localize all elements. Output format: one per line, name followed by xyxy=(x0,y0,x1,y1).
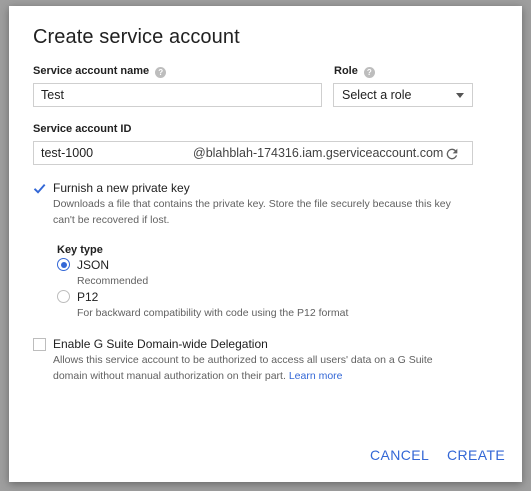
dialog-title: Create service account xyxy=(33,26,240,48)
radio-json[interactable] xyxy=(57,258,70,271)
delegation-label[interactable]: Enable G Suite Domain-wide Delegation xyxy=(53,337,268,351)
key-type-label: Key type xyxy=(57,244,103,256)
radio-json-hint: Recommended xyxy=(77,275,149,287)
private-key-description-line: can't be recovered if lost. xyxy=(53,214,170,226)
create-button[interactable]: CREATE xyxy=(447,447,505,463)
create-service-account-dialog: Create service account Service account n… xyxy=(9,6,522,482)
delegation-description-line: domain without manual authorization on t… xyxy=(53,368,433,384)
service-account-name-label: Service account name? xyxy=(33,65,167,78)
radio-json-label[interactable]: JSON xyxy=(77,258,109,272)
help-icon[interactable]: ? xyxy=(363,67,375,78)
private-key-description: Downloads a file that contains the priva… xyxy=(53,196,451,228)
radio-p12-hint: For backward compatibility with code usi… xyxy=(77,307,349,319)
role-label: Role? xyxy=(334,65,375,78)
service-account-id-input[interactable]: test-1000 @blahblah-174316.iam.gservicea… xyxy=(33,141,473,165)
learn-more-link[interactable]: Learn more xyxy=(289,370,343,382)
delegation-description-text: domain without manual authorization on t… xyxy=(53,370,286,382)
checkmark-icon xyxy=(33,183,46,194)
radio-p12-label[interactable]: P12 xyxy=(77,290,98,304)
role-select-value: Select a role xyxy=(342,88,412,102)
service-account-id-value: test-1000 xyxy=(41,146,94,160)
service-account-id-label: Service account ID xyxy=(33,123,132,135)
private-key-checkbox[interactable] xyxy=(33,182,46,195)
cancel-button[interactable]: CANCEL xyxy=(370,447,429,463)
private-key-label[interactable]: Furnish a new private key xyxy=(53,181,190,195)
radio-p12[interactable] xyxy=(57,290,70,303)
delegation-description-line: Allows this service account to be author… xyxy=(53,354,433,366)
service-account-name-label-text: Service account name xyxy=(33,65,150,77)
delegation-checkbox[interactable] xyxy=(33,338,46,351)
help-icon[interactable]: ? xyxy=(155,67,167,78)
refresh-icon[interactable] xyxy=(444,146,460,162)
service-account-name-input[interactable]: Test xyxy=(33,83,322,107)
role-select[interactable]: Select a role xyxy=(333,83,473,107)
delegation-description: Allows this service account to be author… xyxy=(53,352,433,384)
role-label-text: Role xyxy=(334,65,358,77)
chevron-down-icon xyxy=(456,93,464,98)
private-key-description-line: Downloads a file that contains the priva… xyxy=(53,198,451,210)
service-account-id-suffix: @blahblah-174316.iam.gserviceaccount.com xyxy=(193,146,444,160)
